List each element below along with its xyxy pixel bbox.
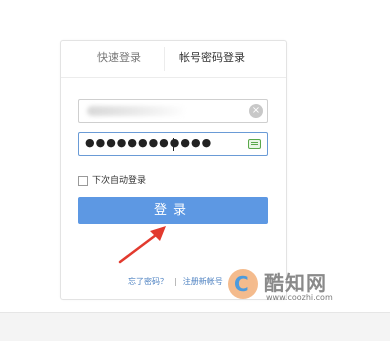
tab-account-login[interactable]: 帐号密码登录 [179, 51, 245, 65]
tab-divider [164, 47, 165, 71]
forgot-password-link[interactable]: 忘了密码？ [128, 277, 168, 287]
login-panel: 快速登录 帐号密码登录 × ●●●●●●●●●●●● 下次自动登录 登录 忘了密… [60, 40, 287, 300]
keyboard-icon[interactable] [248, 139, 261, 149]
watermark-name: 酷知网 [264, 271, 327, 295]
watermark-logo-icon [228, 269, 258, 299]
watermark-url: www.coozhi.com [266, 293, 333, 302]
login-page: 快速登录 帐号密码登录 × ●●●●●●●●●●●● 下次自动登录 登录 忘了密… [0, 0, 390, 341]
login-button[interactable]: 登录 [78, 197, 268, 224]
clear-icon[interactable]: × [249, 104, 263, 118]
footer-separator: | [174, 277, 177, 286]
remember-label: 下次自动登录 [92, 176, 147, 186]
username-obscured-value [87, 106, 187, 116]
register-link[interactable]: 注册新帐号 [183, 277, 223, 287]
footer-links: 忘了密码？ | 注册新帐号 [128, 277, 223, 287]
password-field[interactable]: ●●●●●●●●●●●● [78, 132, 268, 156]
remember-checkbox[interactable] [78, 176, 88, 186]
password-value: ●●●●●●●●●●●● [85, 136, 213, 149]
text-caret [173, 138, 174, 151]
login-tabs: 快速登录 帐号密码登录 [61, 41, 286, 78]
username-field[interactable]: × [78, 99, 268, 123]
tab-quick-login[interactable]: 快速登录 [97, 51, 141, 65]
bottom-bar [0, 312, 390, 341]
watermark: 酷知网 www.coozhi.com [228, 265, 368, 305]
